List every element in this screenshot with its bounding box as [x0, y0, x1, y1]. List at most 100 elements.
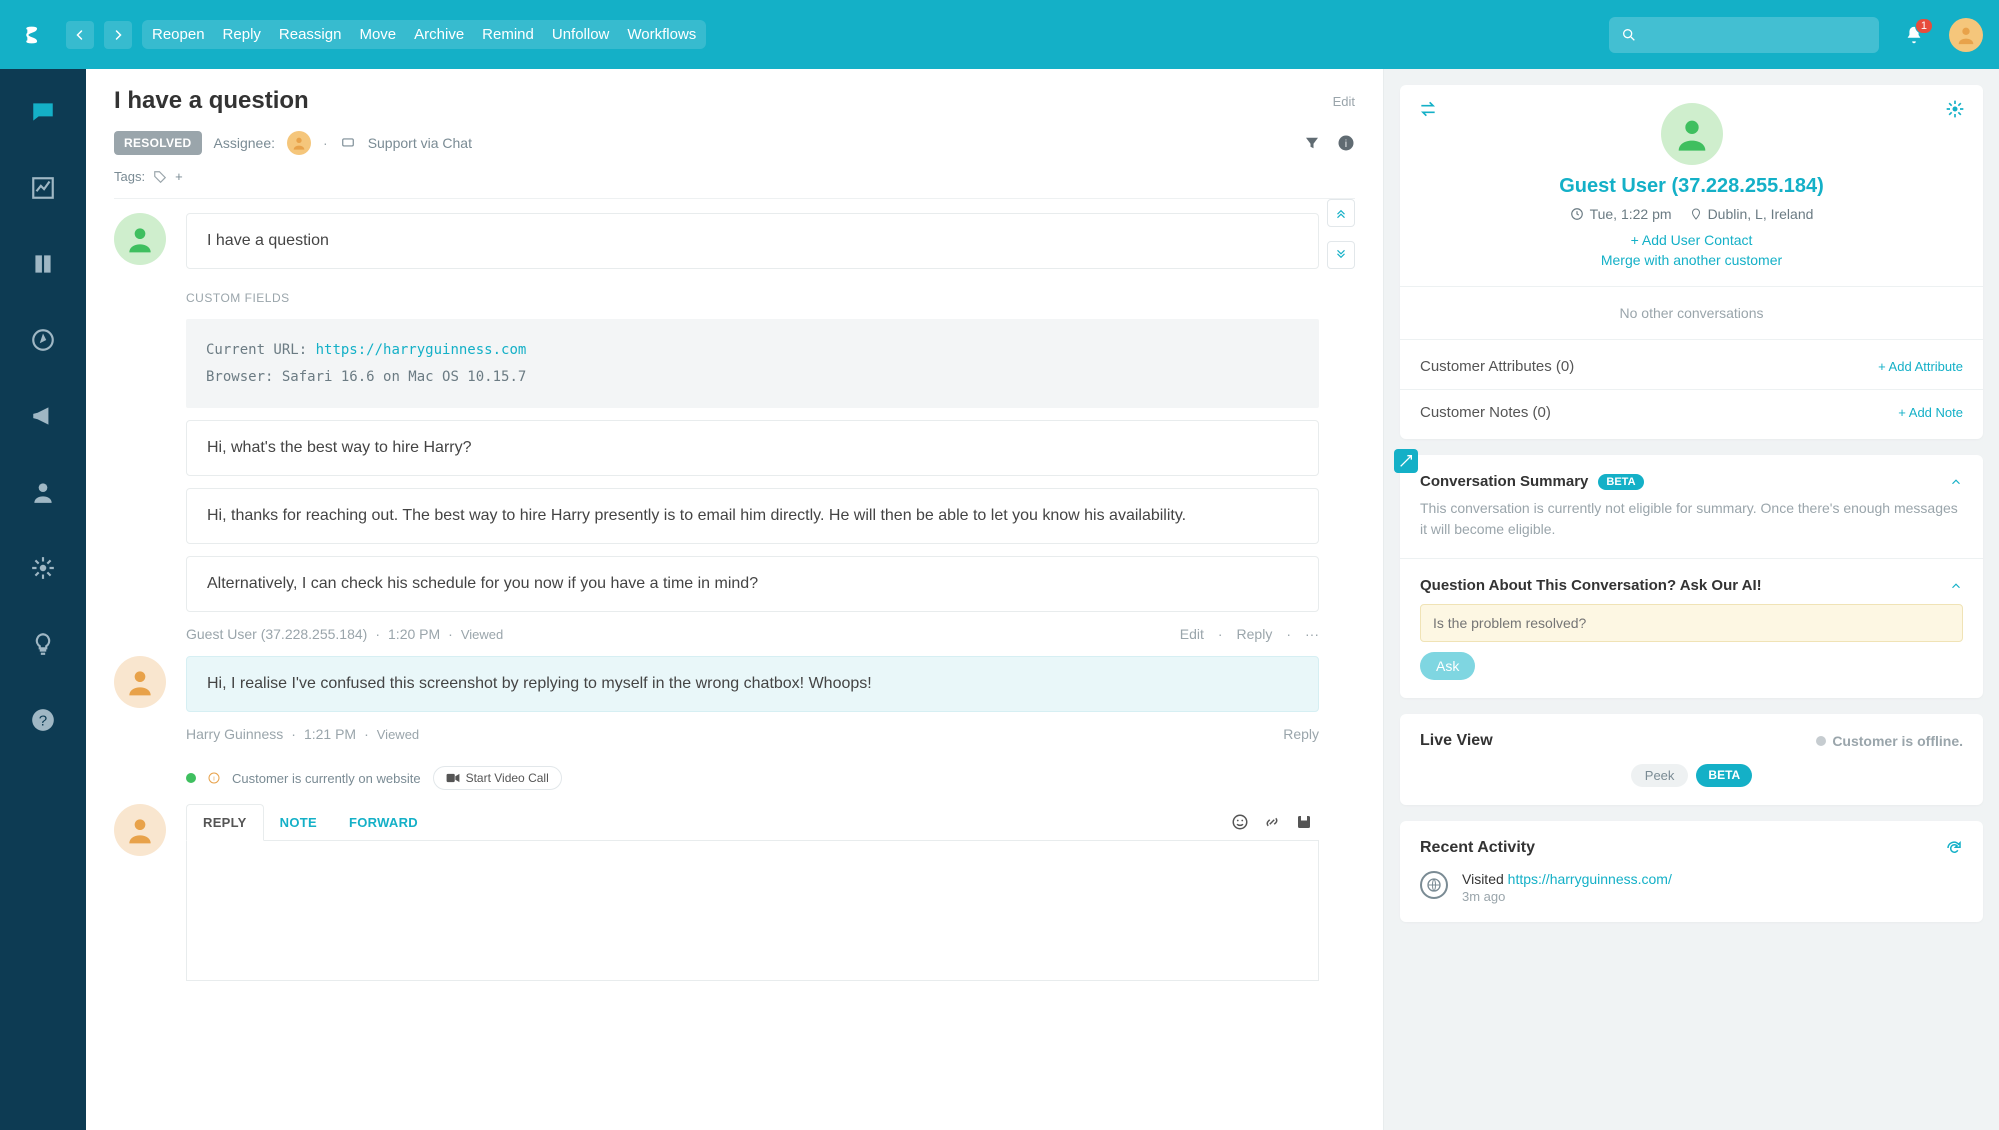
nav-people[interactable]: [26, 475, 60, 509]
bulb-icon: [30, 631, 56, 657]
emoji-icon[interactable]: [1231, 813, 1249, 831]
svg-text:?: ?: [39, 712, 47, 729]
add-attribute[interactable]: + Add Attribute: [1878, 359, 1963, 374]
byline-reply[interactable]: Reply: [1237, 626, 1273, 642]
offline-text: Customer is offline.: [1832, 733, 1963, 749]
message-bubble: Alternatively, I can check his schedule …: [186, 556, 1319, 612]
byline-edit[interactable]: Edit: [1180, 626, 1204, 642]
filter-icon[interactable]: [1303, 134, 1321, 152]
info-icon[interactable]: i: [1337, 134, 1355, 152]
action-reply[interactable]: Reply: [223, 26, 261, 43]
nav-analytics[interactable]: [26, 171, 60, 205]
action-workflows[interactable]: Workflows: [627, 26, 696, 43]
recent-activity-card: Recent Activity Visited https://harrygui…: [1400, 821, 1983, 922]
nav-settings[interactable]: [26, 551, 60, 585]
byline-author: Harry Guinness: [186, 726, 283, 742]
recent-activity-title: Recent Activity: [1420, 839, 1535, 857]
custom-fields-box: Current URL: https://harryguinness.com B…: [186, 319, 1319, 408]
action-bar: Reopen Reply Reassign Move Archive Remin…: [142, 20, 706, 49]
profile-location: Dublin, L, Ireland: [1708, 206, 1814, 222]
current-user-avatar[interactable]: [1949, 18, 1983, 52]
ai-card: Conversation Summary BETA This conversat…: [1400, 455, 1983, 698]
ask-ai-input[interactable]: [1420, 604, 1963, 642]
clock-icon: [1570, 207, 1584, 221]
offline-indicator: [1816, 736, 1826, 746]
link-icon[interactable]: [1263, 813, 1281, 831]
byline-more[interactable]: ···: [1305, 626, 1319, 642]
no-other-conversations: No other conversations: [1420, 305, 1963, 321]
assignee-avatar[interactable]: [287, 131, 311, 155]
search-icon: [1621, 27, 1637, 43]
nav-help[interactable]: ?: [26, 703, 60, 737]
action-remind[interactable]: Remind: [482, 26, 534, 43]
nav-back[interactable]: [66, 21, 94, 49]
action-unfollow[interactable]: Unfollow: [552, 26, 610, 43]
notification-badge: 1: [1915, 18, 1933, 34]
magic-icon: [1394, 449, 1418, 473]
profile-name[interactable]: Guest User (37.228.255.184): [1420, 175, 1963, 198]
profile-settings[interactable]: [1945, 99, 1965, 119]
customer-attributes-label: Customer Attributes (0): [1420, 358, 1574, 375]
composer-avatar: [114, 804, 166, 856]
help-icon: ?: [30, 707, 56, 733]
pin-icon: [1690, 207, 1702, 221]
channel-icon: [340, 136, 356, 150]
start-video-call-button[interactable]: Start Video Call: [433, 766, 562, 790]
byline-status: Viewed: [377, 727, 419, 742]
live-view-title: Live View: [1420, 732, 1493, 750]
nav-kb[interactable]: [26, 247, 60, 281]
swap-icon[interactable]: [1418, 99, 1438, 119]
summary-title: Conversation Summary: [1420, 473, 1588, 490]
add-tag[interactable]: +: [175, 169, 183, 184]
activity-visited-url[interactable]: https://harryguinness.com/: [1508, 871, 1672, 887]
nav-conversations[interactable]: [26, 95, 60, 129]
tab-reply[interactable]: REPLY: [186, 804, 264, 841]
scroll-bottom[interactable]: [1327, 241, 1355, 269]
tag-icon: [153, 170, 167, 184]
customer-profile-card: Guest User (37.228.255.184) Tue, 1:22 pm…: [1400, 85, 1983, 439]
svg-text:i: i: [1345, 139, 1347, 150]
video-icon: [446, 773, 460, 783]
nav-forward[interactable]: [104, 21, 132, 49]
peek-button[interactable]: Peek: [1631, 764, 1689, 787]
status-badge: RESOLVED: [114, 131, 202, 155]
scroll-top[interactable]: [1327, 199, 1355, 227]
collapse-summary[interactable]: [1949, 475, 1963, 489]
profile-time: Tue, 1:22 pm: [1590, 206, 1672, 222]
refresh-activity[interactable]: [1945, 839, 1963, 857]
edit-title[interactable]: Edit: [1333, 94, 1355, 109]
presence-indicator: [186, 773, 196, 783]
search-input[interactable]: [1609, 17, 1879, 53]
profile-avatar: [1661, 103, 1723, 165]
message-bubble: Hi, thanks for reaching out. The best wa…: [186, 488, 1319, 544]
byline-reply[interactable]: Reply: [1283, 726, 1319, 742]
tab-note[interactable]: NOTE: [264, 805, 333, 840]
nav-ideas[interactable]: [26, 627, 60, 661]
action-archive[interactable]: Archive: [414, 26, 464, 43]
save-icon[interactable]: [1295, 813, 1313, 831]
nav-explore[interactable]: [26, 323, 60, 357]
notifications-button[interactable]: 1: [1903, 24, 1925, 46]
custom-fields-label: CUSTOM FIELDS: [186, 291, 1319, 305]
ask-ai-button[interactable]: Ask: [1420, 652, 1475, 680]
app-logo[interactable]: [16, 15, 56, 55]
tags-label: Tags:: [114, 169, 145, 184]
activity-visited-label: Visited: [1462, 871, 1504, 887]
book-icon: [30, 251, 56, 277]
activity-time: 3m ago: [1462, 889, 1672, 904]
action-reopen[interactable]: Reopen: [152, 26, 205, 43]
presence-text: Customer is currently on website: [232, 771, 421, 786]
tab-forward[interactable]: FORWARD: [333, 805, 434, 840]
current-url-link[interactable]: https://harryguinness.com: [316, 342, 527, 358]
merge-customer[interactable]: Merge with another customer: [1420, 252, 1963, 268]
nav-announce[interactable]: [26, 399, 60, 433]
add-note[interactable]: + Add Note: [1898, 405, 1963, 420]
ask-ai-title: Question About This Conversation? Ask Ou…: [1420, 577, 1762, 594]
action-move[interactable]: Move: [359, 26, 396, 43]
collapse-ask[interactable]: [1949, 579, 1963, 593]
customer-avatar: [114, 213, 166, 265]
reply-textarea[interactable]: [186, 841, 1319, 981]
action-reassign[interactable]: Reassign: [279, 26, 342, 43]
add-user-contact[interactable]: + Add User Contact: [1420, 232, 1963, 248]
byline-time: 1:21 PM: [304, 726, 356, 742]
